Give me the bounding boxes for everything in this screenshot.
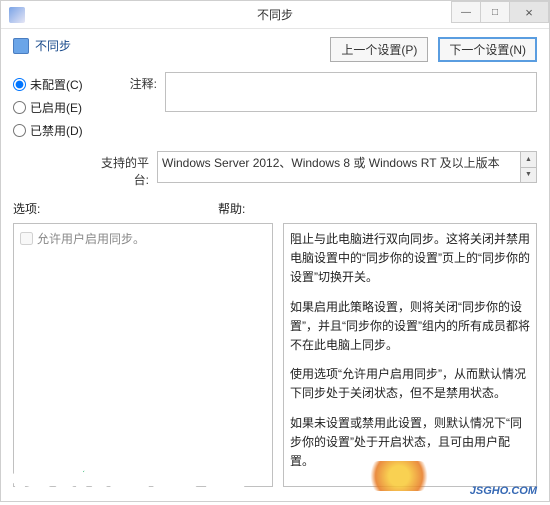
help-paragraph-4: 如果未设置或禁用此设置，则默认情况下“同步你的设置”处于开启状态，且可由用户配置… bbox=[290, 414, 530, 472]
radio-group: 未配置(C) 已启用(E) 已禁用(D) bbox=[13, 72, 91, 145]
nav-buttons: 上一个设置(P) 下一个设置(N) bbox=[330, 37, 537, 62]
allow-user-sync-label: 允许用户启用同步。 bbox=[37, 230, 145, 247]
radio-not-configured-input[interactable] bbox=[13, 78, 26, 91]
platform-spin: ▲ ▼ bbox=[520, 152, 536, 182]
radio-enabled-label: 已启用(E) bbox=[30, 99, 82, 116]
radio-disabled-input[interactable] bbox=[13, 124, 26, 137]
window-icon bbox=[9, 7, 25, 23]
minimize-button[interactable]: — bbox=[451, 1, 481, 23]
comment-field-wrap bbox=[165, 72, 537, 115]
next-setting-button[interactable]: 下一个设置(N) bbox=[438, 37, 537, 62]
radio-not-configured[interactable]: 未配置(C) bbox=[13, 76, 91, 93]
radio-disabled-label: 已禁用(D) bbox=[30, 122, 83, 139]
help-paragraph-1: 阻止与此电脑进行双向同步。这将关闭并禁用电脑设置中的“同步你的设置”页上的“同步… bbox=[290, 230, 530, 288]
allow-user-sync-option[interactable]: 允许用户启用同步。 bbox=[20, 230, 266, 247]
header-area: 不同步 上一个设置(P) 下一个设置(N) bbox=[1, 29, 549, 70]
help-panel: 阻止与此电脑进行双向同步。这将关闭并禁用电脑设置中的“同步你的设置”页上的“同步… bbox=[283, 223, 537, 487]
window-controls: — □ × bbox=[452, 1, 549, 23]
platform-value: Windows Server 2012、Windows 8 或 Windows … bbox=[162, 156, 500, 170]
comment-label: 注释: bbox=[99, 72, 157, 92]
help-label: 帮助: bbox=[218, 200, 245, 217]
config-row: 未配置(C) 已启用(E) 已禁用(D) 注释: bbox=[1, 70, 549, 147]
allow-user-sync-checkbox[interactable] bbox=[20, 232, 33, 245]
policy-icon bbox=[13, 38, 29, 54]
radio-enabled-input[interactable] bbox=[13, 101, 26, 114]
window-title: 不同步 bbox=[257, 6, 293, 23]
comment-field[interactable] bbox=[165, 72, 537, 112]
previous-setting-button[interactable]: 上一个设置(P) bbox=[330, 37, 428, 62]
policy-title: 不同步 bbox=[35, 37, 71, 54]
panels: 允许用户启用同步。 阻止与此电脑进行双向同步。这将关闭并禁用电脑设置中的“同步你… bbox=[1, 219, 549, 499]
platform-row: 支持的平台: Windows Server 2012、Windows 8 或 W… bbox=[1, 147, 549, 196]
platform-field[interactable]: Windows Server 2012、Windows 8 或 Windows … bbox=[157, 151, 537, 183]
section-labels: 选项: 帮助: bbox=[1, 196, 549, 219]
policy-title-row: 不同步 bbox=[13, 37, 71, 54]
radio-not-configured-label: 未配置(C) bbox=[30, 76, 83, 93]
spin-up-icon[interactable]: ▲ bbox=[521, 152, 536, 168]
close-button[interactable]: × bbox=[509, 1, 549, 23]
radio-disabled[interactable]: 已禁用(D) bbox=[13, 122, 91, 139]
help-paragraph-3: 使用选项“允许用户启用同步”，从而默认情况下同步处于关闭状态，但不是禁用状态。 bbox=[290, 365, 530, 403]
spin-down-icon[interactable]: ▼ bbox=[521, 168, 536, 183]
options-label: 选项: bbox=[13, 200, 218, 217]
maximize-button[interactable]: □ bbox=[480, 1, 510, 23]
help-paragraph-2: 如果启用此策略设置，则将关闭“同步你的设置”，并且“同步你的设置”组内的所有成员… bbox=[290, 298, 530, 356]
options-panel: 允许用户启用同步。 bbox=[13, 223, 273, 487]
titlebar: 不同步 — □ × bbox=[1, 1, 549, 29]
radio-enabled[interactable]: 已启用(E) bbox=[13, 99, 91, 116]
platform-label: 支持的平台: bbox=[91, 151, 149, 188]
